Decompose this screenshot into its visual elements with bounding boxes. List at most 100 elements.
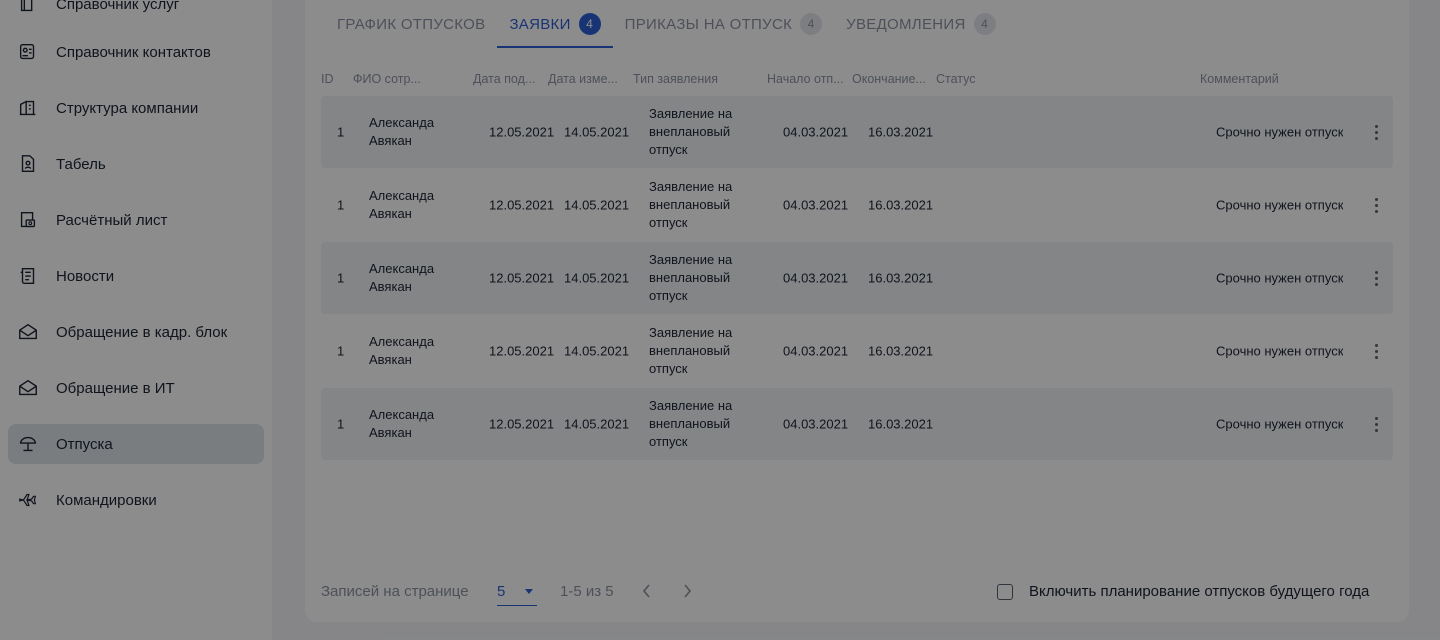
cell-id: 1 <box>337 270 345 286</box>
cell-changed: 14.05.2021 <box>564 343 630 359</box>
cell-id: 1 <box>337 124 345 140</box>
column-header-status[interactable]: Статус <box>936 72 1056 86</box>
sidebar-item-7[interactable]: Обращение в ИТ <box>8 368 264 408</box>
column-header-type[interactable]: Тип заявления <box>633 72 753 86</box>
document-user-icon <box>16 152 40 176</box>
beach-umbrella-icon <box>16 432 40 456</box>
sidebar-item-label: Отпуска <box>56 435 113 453</box>
envelope-open-icon <box>16 320 40 344</box>
column-header-end[interactable]: Окончание... <box>852 72 932 86</box>
sidebar-item-label: Справочник услуг <box>56 0 180 13</box>
cell-name: Александа Авякан <box>369 115 435 148</box>
tab-count-badge: 4 <box>973 13 996 35</box>
more-options-icon[interactable] <box>1374 415 1378 433</box>
page-range: 1-5 из 5 <box>560 583 614 600</box>
cell-type: Заявление на внеплановый отпуск <box>649 398 733 449</box>
sidebar-item-label: Структура компании <box>56 99 199 117</box>
cell-type: Заявление на внеплановый отпуск <box>649 325 733 376</box>
cell-start: 04.03.2021 <box>783 197 849 213</box>
cell-submitted: 12.05.2021 <box>489 124 555 140</box>
table-row[interactable]: 1 Александа Авякан 12.05.2021 14.05.2021 Зая… <box>321 242 1393 314</box>
more-options-icon[interactable] <box>1374 196 1378 214</box>
cell-comment: Срочно нужен отпуск <box>1216 270 1344 286</box>
column-header-comment[interactable]: Комментарий <box>1200 72 1320 86</box>
news-icon <box>16 264 40 288</box>
table-row[interactable]: 1 Александа Авякан 12.05.2021 14.05.2021 Зая… <box>321 96 1393 168</box>
cell-comment: Срочно нужен отпуск <box>1216 343 1344 359</box>
per-page-value: 5 <box>497 583 506 600</box>
table-row[interactable]: 1 Александа Авякан 12.05.2021 14.05.2021 Зая… <box>321 315 1393 387</box>
sidebar-item-label: Расчётный лист <box>56 211 168 229</box>
planning-checkbox-label[interactable]: Включить планирование отпусков будущего … <box>1029 583 1369 600</box>
sidebar-item-4[interactable]: Расчётный лист <box>8 200 264 240</box>
airplane-icon <box>16 488 40 512</box>
envelope-open-icon <box>16 376 40 400</box>
tab-label: УВЕДОМЛЕНИЯ <box>846 15 966 33</box>
cell-type: Заявление на внеплановый отпуск <box>649 106 733 157</box>
cell-changed: 14.05.2021 <box>564 197 630 213</box>
planning-checkbox[interactable] <box>997 584 1013 600</box>
contacts-icon <box>16 40 40 64</box>
prev-page-icon[interactable] <box>639 582 655 604</box>
sidebar-item-label: Командировки <box>56 491 157 509</box>
sidebar: Справочник услуг Справочник контактов Стру… <box>0 0 272 640</box>
sidebar-item-3[interactable]: Табель <box>8 144 264 184</box>
column-header-start[interactable]: Начало отп... <box>767 72 847 86</box>
cell-start: 04.03.2021 <box>783 124 849 140</box>
column-header-name[interactable]: ФИО сотр... <box>353 72 443 86</box>
table-header: ID ФИО сотр... Дата под... Дата изме... … <box>321 70 1393 90</box>
cell-start: 04.03.2021 <box>783 270 849 286</box>
sidebar-item-label: Обращение в кадр. блок <box>56 323 228 341</box>
cell-type: Заявление на внеплановый отпуск <box>649 179 733 230</box>
sidebar-item-2[interactable]: Структура компании <box>8 88 264 128</box>
sidebar-item-label: Справочник контактов <box>56 43 211 61</box>
tab-2[interactable]: ПРИКАЗЫ НА ОТПУСК 4 <box>613 0 834 48</box>
tab-label: ЗАЯВКИ <box>509 15 571 33</box>
sidebar-item-5[interactable]: Новости <box>8 256 264 296</box>
cell-end: 16.03.2021 <box>868 124 934 140</box>
cell-submitted: 12.05.2021 <box>489 343 555 359</box>
cell-name: Александа Авякан <box>369 188 435 221</box>
cell-name: Александа Авякан <box>369 407 435 440</box>
per-page-select[interactable]: 5 <box>497 580 537 606</box>
cell-changed: 14.05.2021 <box>564 124 630 140</box>
cell-id: 1 <box>337 416 345 432</box>
tab-label: ПРИКАЗЫ НА ОТПУСК <box>624 15 793 33</box>
cell-changed: 14.05.2021 <box>564 416 630 432</box>
sidebar-item-label: Обращение в ИТ <box>56 379 175 397</box>
cell-id: 1 <box>337 197 345 213</box>
tab-count-badge: 4 <box>578 13 601 35</box>
sidebar-item-0[interactable]: Справочник услуг <box>8 0 264 24</box>
tab-0[interactable]: ГРАФИК ОТПУСКОВ <box>325 0 497 48</box>
sidebar-item-9[interactable]: Командировки <box>8 480 264 520</box>
tab-label: ГРАФИК ОТПУСКОВ <box>337 15 486 33</box>
cell-submitted: 12.05.2021 <box>489 416 555 432</box>
column-header-changed[interactable]: Дата изме... <box>548 72 626 86</box>
cell-name: Александа Авякан <box>369 334 435 367</box>
more-options-icon[interactable] <box>1374 269 1378 287</box>
tab-1[interactable]: ЗАЯВКИ 4 <box>497 0 613 48</box>
more-options-icon[interactable] <box>1374 123 1378 141</box>
tab-count-badge: 4 <box>800 13 823 35</box>
dropdown-arrow-icon <box>523 584 535 601</box>
sidebar-item-6[interactable]: Обращение в кадр. блок <box>8 312 264 352</box>
cell-name: Александа Авякан <box>369 261 435 294</box>
next-page-icon[interactable] <box>679 582 695 604</box>
sidebar-item-label: Новости <box>56 267 115 285</box>
cell-submitted: 12.05.2021 <box>489 197 555 213</box>
column-header-submitted[interactable]: Дата под... <box>473 72 541 86</box>
cell-comment: Срочно нужен отпуск <box>1216 416 1344 432</box>
sidebar-item-1[interactable]: Справочник контактов <box>8 32 264 72</box>
tab-bar: ГРАФИК ОТПУСКОВ ЗАЯВКИ 4 ПРИКАЗЫ НА ОТПУСК 4… <box>325 0 1008 48</box>
main-card: ГРАФИК ОТПУСКОВ ЗАЯВКИ 4 ПРИКАЗЫ НА ОТПУСК 4… <box>305 0 1409 622</box>
cell-submitted: 12.05.2021 <box>489 270 555 286</box>
cell-start: 04.03.2021 <box>783 343 849 359</box>
tab-3[interactable]: УВЕДОМЛЕНИЯ 4 <box>834 0 1007 48</box>
column-header-id[interactable]: ID <box>321 72 351 86</box>
sidebar-item-8[interactable]: Отпуска <box>8 424 264 464</box>
table-row[interactable]: 1 Александа Авякан 12.05.2021 14.05.2021 Зая… <box>321 169 1393 241</box>
cell-end: 16.03.2021 <box>868 343 934 359</box>
table-row[interactable]: 1 Александа Авякан 12.05.2021 14.05.2021 Зая… <box>321 388 1393 460</box>
more-options-icon[interactable] <box>1374 342 1378 360</box>
cell-comment: Срочно нужен отпуск <box>1216 124 1344 140</box>
